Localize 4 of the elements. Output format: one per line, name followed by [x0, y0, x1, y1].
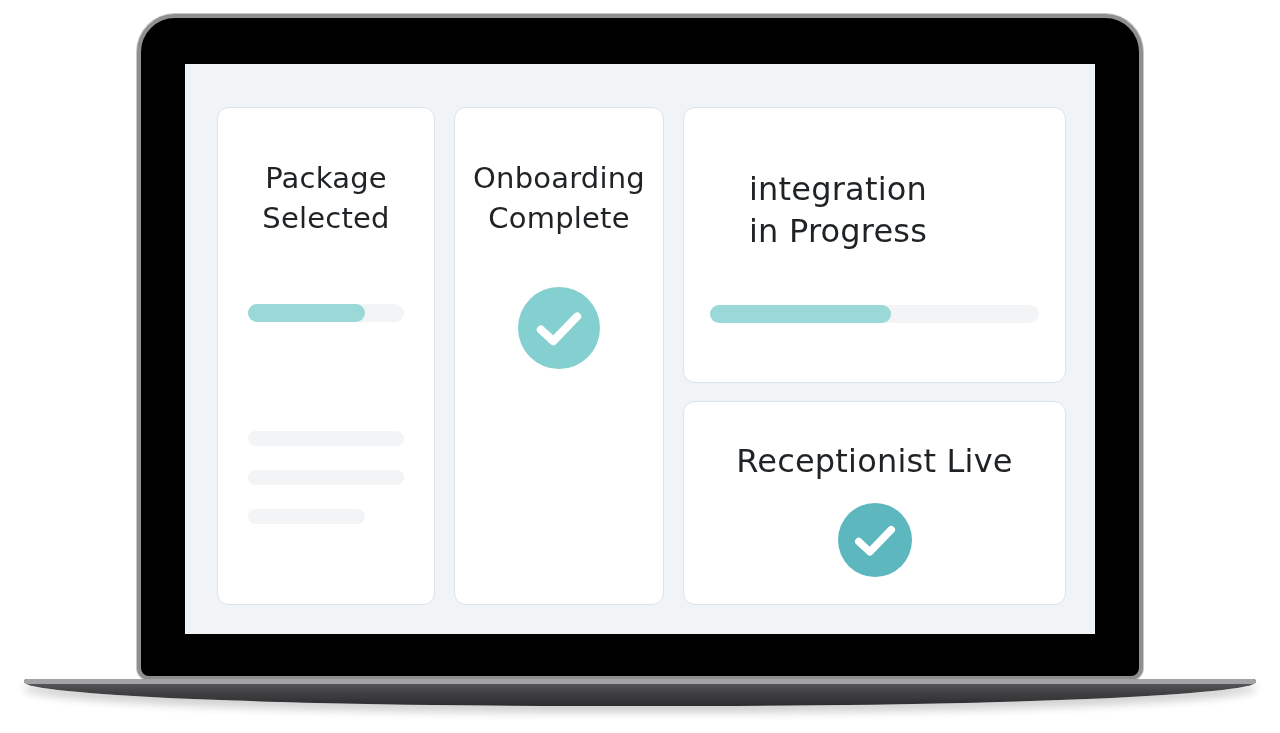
card-title: Onboarding Complete [472, 160, 646, 237]
card-title: Receptionist Live [736, 441, 1013, 482]
card-title: integration in Progress [749, 169, 929, 252]
card-title: Package Selected [261, 160, 391, 237]
